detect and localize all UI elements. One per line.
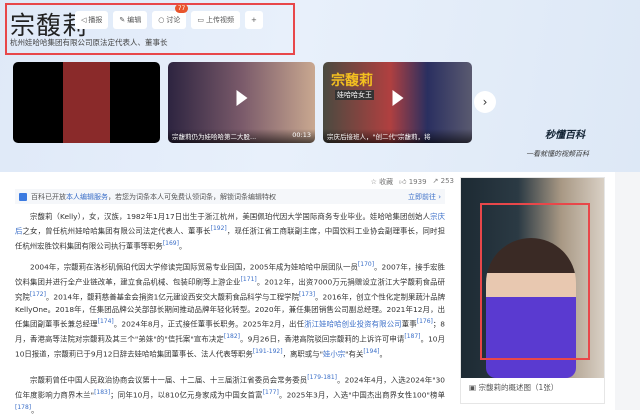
citation-link[interactable]: [194] [363, 348, 379, 355]
video-card[interactable]: 宗馥莉 娃哈哈女王 宗庆后接班人，"创二代"宗馥莉，将 [323, 62, 472, 143]
chat-icon: ○ [158, 16, 165, 24]
edit-service-link[interactable]: 本人编辑服务 [66, 192, 108, 202]
citation-link[interactable]: [179-181] [307, 374, 337, 381]
page-subtitle: 杭州娃哈哈集团有限公司原法定代表人、董事长 [10, 38, 168, 47]
citation-link[interactable]: [191-192] [253, 348, 283, 355]
upload-video-button[interactable]: ▭ 上传视频 [191, 11, 240, 29]
brand-tagline: 一看就懂的视频百科 [526, 150, 589, 158]
discuss-button[interactable]: ○ 讨论 77 [152, 4, 189, 29]
summary-photo[interactable] [461, 178, 604, 378]
citation-link[interactable]: [169] [163, 240, 179, 247]
highlight-box [480, 203, 590, 360]
paragraph-text: 宗馥莉（Kelly），女，汉族，1982年1月17日出生于浙江杭州，美国佩珀代因… [30, 212, 431, 221]
citation-link[interactable]: [171] [241, 276, 257, 283]
paragraph: 2004年，宗馥莉在洛杉矶佩珀代因大学修读完国际贸易专业回国，2005年成为娃哈… [15, 259, 445, 361]
citation-link[interactable]: [183] [94, 389, 110, 396]
add-button[interactable]: + [245, 11, 263, 29]
video-card[interactable]: 宗馥莉仍为娃哈哈第二大股... 00:13 [168, 62, 315, 143]
citation-link[interactable]: [170] [358, 261, 374, 268]
share-button[interactable]: ↗ 253 [433, 177, 454, 187]
favorite-button[interactable]: ☆ 收藏 [371, 177, 394, 187]
right-sidebar [615, 172, 640, 410]
brand-logo: 秒懂百科 [545, 130, 585, 141]
paragraph-text: 董事 [401, 319, 417, 329]
like-button[interactable]: 👍︎ 1939 [399, 177, 426, 187]
plus-icon: + [251, 16, 257, 24]
citation-link[interactable]: [172] [30, 291, 46, 298]
hero-banner: 宗馥莉 ◁ 播报 ✎ 编辑 ○ 讨论 77 ▭ 上传视频 + 杭州娃哈哈集团有限公司原法定… [0, 0, 640, 172]
paragraph-text: 。2024年8月，正式接任董事长职务。2025年2月，出任 [113, 319, 305, 329]
image-caption[interactable]: ▣ 宗馥莉的概述图（1张） [461, 382, 604, 393]
paragraph-text: 。 [178, 241, 187, 251]
article-content: ☆ 收藏 👍︎ 1939 ↗ 253 百科已开放 本人编辑服务 ，若您为词条本人可免… [0, 172, 460, 414]
read-aloud-button[interactable]: ◁ 播报 [75, 11, 109, 29]
paragraph-text: 2004年，宗馥莉在洛杉矶佩珀代因大学修读完国际贸易专业回国，2005年成为娃哈… [30, 262, 358, 272]
paragraph-text: ，离职或与" [282, 349, 323, 359]
discuss-count-badge: 77 [174, 4, 189, 13]
citation-link[interactable]: [192] [211, 225, 227, 232]
paragraph-text: 之女，曾任杭州娃哈哈集团有限公司法定代表人、董事长 [22, 226, 211, 236]
video-caption: 宗庆后接班人，"创二代"宗馥莉，将 [323, 129, 472, 143]
edit-button[interactable]: ✎ 编辑 [113, 11, 148, 29]
play-icon [392, 90, 403, 107]
notice-bar: 百科已开放 本人编辑服务 ，若您为词条本人可免费认领词条，解锁词条编辑特权 立即前往… [15, 189, 445, 204]
paragraph-text: 。 [379, 349, 387, 359]
pencil-icon: ✎ [119, 16, 126, 24]
paragraph-text: 。2025年3月，入选"中国杰出商界女性100"榜单 [278, 390, 445, 400]
article-stats: ☆ 收藏 👍︎ 1939 ↗ 253 [371, 177, 454, 187]
citation-link[interactable]: [187] [404, 333, 420, 340]
summary-image-panel[interactable]: ▣ 宗馥莉的概述图（1张） [460, 177, 605, 404]
paragraph-text: ；同年10月，以810亿元身家成为中国女首富 [110, 390, 263, 400]
info-icon [19, 192, 27, 201]
entry-link[interactable]: 浙江娃哈哈创业投资有限公司 [304, 320, 402, 329]
speaker-icon: ◁ [81, 16, 87, 24]
video-card[interactable] [13, 62, 160, 143]
play-icon [236, 90, 247, 107]
video-icon: ▭ [197, 16, 204, 24]
citation-link[interactable]: [173] [299, 291, 315, 298]
citation-link[interactable]: [176] [417, 318, 433, 325]
go-now-link[interactable]: 立即前往 › [408, 192, 441, 202]
video-caption: 宗馥莉仍为娃哈哈第二大股... 00:13 [168, 129, 315, 143]
paragraph-text: 宗馥莉曾任中国人民政治协商会议第十一届、十二届、十三届浙江省委员会常务委员 [30, 375, 308, 385]
citation-link[interactable]: [174] [98, 318, 114, 325]
paragraph-text: 。2014年，馥莉慈善基金会捐资1亿元建设西安交大馥莉食品科学与工程学院 [45, 292, 299, 302]
citation-link[interactable]: [177] [263, 389, 279, 396]
entry-link[interactable]: 娃小宗 [323, 349, 345, 358]
citation-link[interactable]: [182] [224, 333, 240, 340]
paragraph: 宗馥莉（Kelly），女，汉族，1982年1月17日出生于浙江杭州，美国佩珀代因… [15, 211, 445, 253]
next-arrow-button[interactable]: › [474, 91, 496, 113]
action-buttons: ◁ 播报 ✎ 编辑 ○ 讨论 77 ▭ 上传视频 + [75, 4, 263, 29]
paragraph-text: "有关 [345, 349, 364, 359]
paragraph-text: 。9月26日，香港高院驳回宗馥莉的上诉许可申请 [240, 334, 405, 344]
